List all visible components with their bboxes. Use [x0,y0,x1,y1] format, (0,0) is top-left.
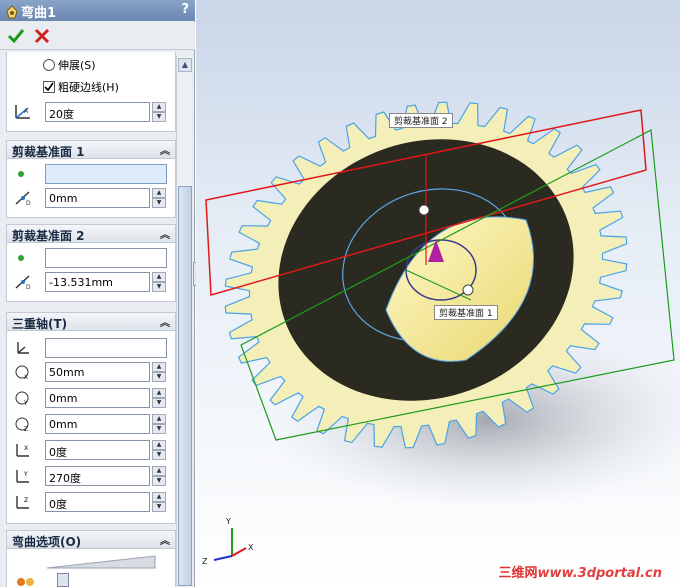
svg-text:Y: Y [23,400,28,407]
triad-reference-input[interactable] [45,338,167,358]
collapse-icon[interactable]: ︽ [160,142,170,157]
panel-title: 弯曲1 [21,6,57,21]
triad-x-input[interactable]: 50mm [45,362,150,382]
group-bend-options: 弯曲选项(O) ︽ [6,530,176,587]
property-manager: 弯曲1 ? 伸展(S) 粗硬边线(H) A 20度 ▲ ▼ 剪裁基准面 1 ︽ … [0,0,195,587]
group-header[interactable]: 剪裁基准面 1 ︽ [7,141,175,159]
graphics-viewport[interactable]: Y X Z 剪裁基准面 2 剪裁基准面 1 三维网www.3dportal.cn [196,0,680,587]
panel-scroll-area: 伸展(S) 粗硬边线(H) A 20度 ▲ ▼ 剪裁基准面 1 ︽ D 0mm … [0,52,176,587]
angle-input[interactable]: 20度 [45,102,150,122]
collapse-icon[interactable]: ︽ [160,532,170,547]
trim2-distance-spinner[interactable]: ▲ ▼ [152,272,166,292]
triad-ry-input[interactable]: 270度 [45,466,150,486]
distance-icon: D [15,191,31,207]
x-rotation-icon: X [16,444,29,457]
group-header[interactable]: 弯曲选项(O) ︽ [7,531,175,549]
accuracy-wedge [47,555,156,569]
triad-z-spinner[interactable]: ▲ ▼ [152,414,166,434]
title-bar: 弯曲1 ? [0,0,195,21]
triad-rz-row: Z 0度 ▲ ▼ [7,491,175,513]
x-position-icon: X [15,365,29,381]
accuracy-slider[interactable] [57,573,69,587]
distance-icon: D [15,275,31,291]
trim1-ref-row [7,163,175,185]
scroll-up-arrow[interactable]: ▲ [178,58,192,72]
group-header[interactable]: 剪裁基准面 2 ︽ [7,225,175,243]
trim1-reference-input[interactable] [45,164,167,184]
triad-z-input[interactable]: 0mm [45,414,150,434]
triad-y-row: Y 0mm ▲ ▼ [7,387,175,409]
svg-text:X: X [24,445,28,452]
svg-text:D: D [26,200,31,207]
watermark: 三维网www.3dportal.cn [498,566,663,581]
angle-spinner[interactable]: ▲ ▼ [152,102,166,122]
axis-y-label: Y [225,517,231,526]
action-bar [0,22,195,50]
angle-icon: A [15,105,30,119]
triad-rz-input[interactable]: 0度 [45,492,150,512]
triad-z-row: Z 0mm ▲ ▼ [7,413,175,435]
radio-icon [43,59,55,71]
triad-handle-top[interactable] [418,204,430,216]
triad-rz-spinner[interactable]: ▲ ▼ [152,492,166,512]
triad-handle-bottom[interactable] [462,284,474,296]
svg-text:Z: Z [24,426,28,433]
collapse-icon[interactable]: ︽ [160,314,170,329]
svg-text:X: X [24,374,28,381]
z-rotation-icon: Z [16,496,29,509]
trim2-distance-row: D -13.531mm ▲ ▼ [7,271,175,293]
group-trim-plane-1: 剪裁基准面 1 ︽ D 0mm ▲ ▼ [6,140,176,218]
trim2-reference-input[interactable] [45,248,167,268]
svg-text:Z: Z [24,497,28,504]
stretch-radio[interactable]: 伸展(S) [43,57,163,73]
plane-1-label[interactable]: 剪裁基准面 1 [434,305,498,320]
triad-ry-spinner[interactable]: ▲ ▼ [152,466,166,486]
svg-text:D: D [26,284,31,291]
y-position-icon: Y [15,391,29,407]
triad-x-spinner[interactable]: ▲ ▼ [152,362,166,382]
svg-text:A: A [24,108,29,115]
trim2-ref-row [7,247,175,269]
triad-rx-spinner[interactable]: ▲ ▼ [152,440,166,460]
trim1-distance-row: D 0mm ▲ ▼ [7,187,175,209]
triad-rx-input[interactable]: 0度 [45,440,150,460]
gear-model: Y X Z [202,101,680,566]
ok-button[interactable] [6,26,26,46]
triad-ref-row [7,337,175,359]
help-button[interactable]: ? [181,2,189,17]
svg-text:Y: Y [23,471,28,478]
panel-scrollbar[interactable]: ▲ [176,56,192,587]
accuracy-icon [17,578,34,586]
scroll-thumb[interactable] [178,186,192,586]
angle-row: A 20度 ▲ ▼ [7,101,175,123]
y-rotation-icon: Y [16,470,29,483]
point-icon [18,255,24,261]
flex-feature-icon [6,5,18,19]
group-options: 伸展(S) 粗硬边线(H) A 20度 ▲ ▼ [6,52,176,132]
point-icon [18,171,24,177]
trim1-distance-spinner[interactable]: ▲ ▼ [152,188,166,208]
trim2-distance-input[interactable]: -13.531mm [45,272,150,292]
triad-icon [17,342,29,354]
triad-rx-row: X 0度 ▲ ▼ [7,439,175,461]
group-header[interactable]: 三重轴(T) ︽ [7,313,175,331]
checkbox-checked-icon [43,81,55,93]
group-triad: 三重轴(T)︽ X 50mm ▲▼ Y 0mm ▲▼ Z 0mm ▲▼ [6,312,176,524]
triad-x-row: X 50mm ▲ ▼ [7,361,175,383]
axis-indicator: Y X Z [202,517,254,566]
triad-y-input[interactable]: 0mm [45,388,150,408]
rough-edges-checkbox[interactable]: 粗硬边线(H) [43,79,163,95]
triad-y-spinner[interactable]: ▲ ▼ [152,388,166,408]
collapse-icon[interactable]: ︽ [160,226,170,241]
cancel-button[interactable] [32,26,52,46]
axis-x-label: X [248,543,254,552]
z-position-icon: Z [15,417,29,433]
group-trim-plane-2: 剪裁基准面 2 ︽ D -13.531mm ▲ ▼ [6,224,176,302]
triad-ry-row: Y 270度 ▲ ▼ [7,465,175,487]
axis-z-label: Z [202,557,208,566]
trim1-distance-input[interactable]: 0mm [45,188,150,208]
plane-2-label[interactable]: 剪裁基准面 2 [389,113,453,128]
